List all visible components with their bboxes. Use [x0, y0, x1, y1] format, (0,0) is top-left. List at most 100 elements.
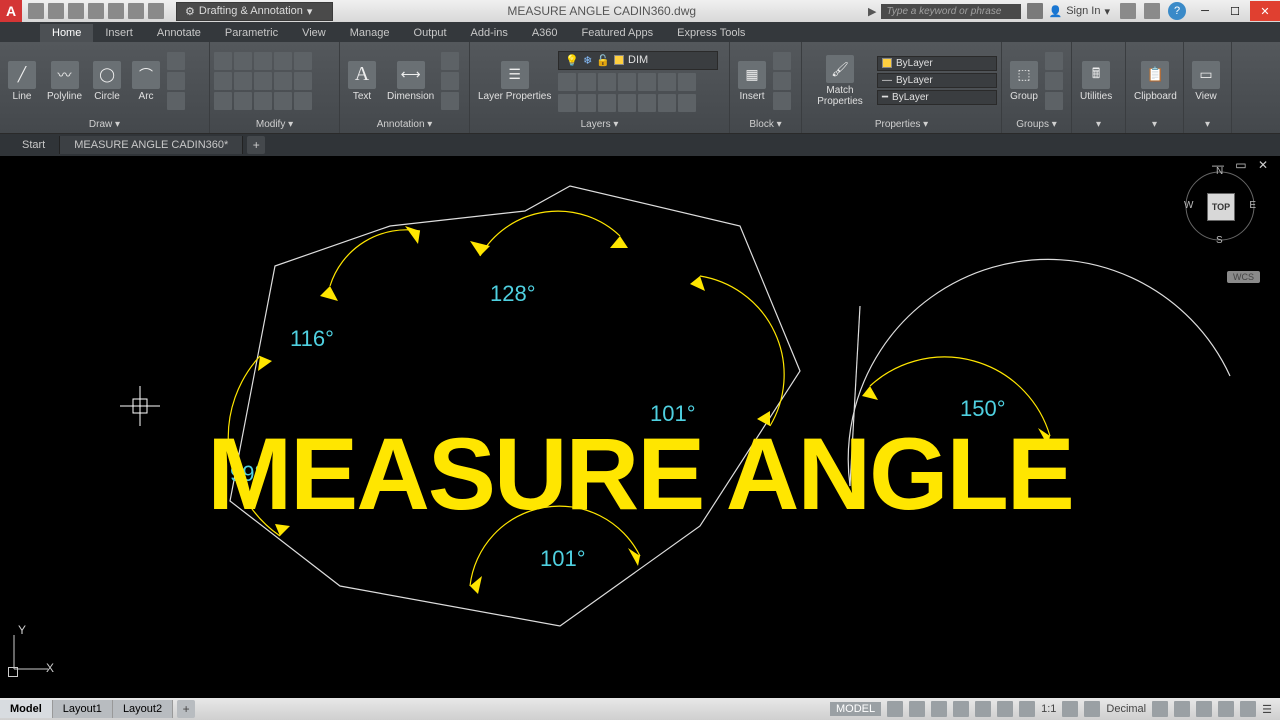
- group-tool-icon[interactable]: [1045, 72, 1063, 90]
- model-toggle[interactable]: MODEL: [830, 702, 881, 716]
- viewcube-north[interactable]: N: [1216, 166, 1223, 177]
- explode-icon[interactable]: [294, 52, 312, 70]
- tab-a360[interactable]: A360: [520, 24, 570, 42]
- anno-scale-icon[interactable]: [1062, 701, 1078, 717]
- quickprops-icon[interactable]: [1152, 701, 1168, 717]
- layer-tool-icon[interactable]: [658, 94, 676, 112]
- add-layout-button[interactable]: +: [177, 700, 195, 718]
- app-store-icon[interactable]: [1144, 3, 1160, 19]
- modify-tool-icon[interactable]: [274, 92, 292, 110]
- layer-tool-icon[interactable]: [558, 73, 576, 91]
- view-button[interactable]: ▭View: [1188, 59, 1224, 104]
- table-icon[interactable]: [441, 72, 459, 90]
- panel-block-title[interactable]: Block ▾: [734, 118, 797, 131]
- snap-icon[interactable]: [909, 701, 925, 717]
- tab-featured-apps[interactable]: Featured Apps: [570, 24, 666, 42]
- qat-undo-icon[interactable]: [128, 3, 144, 19]
- filetab-document[interactable]: MEASURE ANGLE CADIN360*: [60, 136, 243, 154]
- layout1-tab[interactable]: Layout1: [53, 700, 113, 718]
- workspace-icon[interactable]: [1084, 701, 1100, 717]
- draw-tool-icon[interactable]: [167, 52, 185, 70]
- layer-properties-button[interactable]: ☰Layer Properties: [474, 59, 555, 104]
- polar-icon[interactable]: [953, 701, 969, 717]
- lineweight-icon[interactable]: [997, 701, 1013, 717]
- erase-icon[interactable]: [274, 52, 292, 70]
- fillet-icon[interactable]: [254, 72, 272, 90]
- qat-print-icon[interactable]: [108, 3, 124, 19]
- viewcube[interactable]: N S W E TOP: [1180, 166, 1260, 246]
- wcs-badge[interactable]: WCS: [1227, 271, 1260, 283]
- tab-parametric[interactable]: Parametric: [213, 24, 290, 42]
- panel-groups-title[interactable]: Groups ▾: [1006, 118, 1067, 131]
- draw-tool-icon[interactable]: [167, 92, 185, 110]
- dimension-button[interactable]: ⟷Dimension: [383, 59, 438, 104]
- help-icon[interactable]: ?: [1168, 2, 1186, 20]
- layer-tool-icon[interactable]: [618, 94, 636, 112]
- layer-selector[interactable]: 💡 ❄ 🔓 DIM: [558, 51, 718, 70]
- workspace-selector[interactable]: ⚙ Drafting & Annotation ▾: [176, 2, 333, 21]
- polyline-button[interactable]: 〰Polyline: [43, 59, 86, 104]
- panel-clipboard-title[interactable]: ▾: [1130, 118, 1179, 131]
- color-selector[interactable]: ByLayer: [877, 56, 997, 71]
- layer-tool-icon[interactable]: [598, 73, 616, 91]
- modify-tool-icon[interactable]: [294, 92, 312, 110]
- tab-addins[interactable]: Add-ins: [459, 24, 520, 42]
- circle-button[interactable]: ◯Circle: [89, 59, 125, 104]
- exchange-icon[interactable]: [1120, 3, 1136, 19]
- add-tab-button[interactable]: +: [247, 136, 265, 154]
- layer-tool-icon[interactable]: [578, 73, 596, 91]
- qat-new-icon[interactable]: [28, 3, 44, 19]
- units-display[interactable]: Decimal: [1106, 703, 1146, 715]
- layer-tool-icon[interactable]: [658, 73, 676, 91]
- signin-button[interactable]: 👤 Sign In ▾: [1043, 5, 1116, 18]
- block-tool-icon[interactable]: [773, 52, 791, 70]
- lineweight-selector[interactable]: ━ByLayer: [877, 90, 997, 105]
- hardware-accel-icon[interactable]: [1218, 701, 1234, 717]
- maximize-button[interactable]: ☐: [1220, 1, 1250, 21]
- layer-tool-icon[interactable]: [598, 94, 616, 112]
- scale-icon[interactable]: [214, 92, 232, 110]
- leader-icon[interactable]: [441, 52, 459, 70]
- layout2-tab[interactable]: Layout2: [113, 700, 173, 718]
- drawing-canvas[interactable]: — ▭ ✕ 116° 128° 101° 99° 101° 150° MEASU…: [0, 156, 1280, 698]
- isolate-icon[interactable]: [1196, 701, 1212, 717]
- model-tab[interactable]: Model: [0, 700, 53, 718]
- copy-icon[interactable]: [214, 72, 232, 90]
- text-button[interactable]: AText: [344, 59, 380, 104]
- chamfer-icon[interactable]: [254, 92, 272, 110]
- block-tool-icon[interactable]: [773, 72, 791, 90]
- infocenter-icon[interactable]: [1027, 3, 1043, 19]
- ortho-icon[interactable]: [931, 701, 947, 717]
- line-button[interactable]: ╱Line: [4, 59, 40, 104]
- layer-tool-icon[interactable]: [618, 73, 636, 91]
- panel-utilities-title[interactable]: ▾: [1076, 118, 1121, 131]
- group-button[interactable]: ⬚Group: [1006, 59, 1042, 104]
- viewcube-east[interactable]: E: [1249, 200, 1256, 211]
- layer-tool-icon[interactable]: [638, 94, 656, 112]
- utilities-button[interactable]: 🖩Utilities: [1076, 59, 1116, 104]
- tab-manage[interactable]: Manage: [338, 24, 402, 42]
- match-properties-button[interactable]: 🖌Match Properties: [806, 53, 874, 109]
- qat-redo-icon[interactable]: [148, 3, 164, 19]
- tab-home[interactable]: Home: [40, 24, 93, 42]
- tab-express-tools[interactable]: Express Tools: [665, 24, 757, 42]
- stretch-icon[interactable]: [274, 72, 292, 90]
- tab-annotate[interactable]: Annotate: [145, 24, 213, 42]
- customize-icon[interactable]: ☰: [1262, 703, 1272, 716]
- array-icon[interactable]: [294, 72, 312, 90]
- layer-tool-icon[interactable]: [678, 73, 696, 91]
- tab-insert[interactable]: Insert: [93, 24, 145, 42]
- block-tool-icon[interactable]: [773, 92, 791, 110]
- panel-layers-title[interactable]: Layers ▾: [474, 118, 725, 131]
- mirror-icon[interactable]: [234, 72, 252, 90]
- layer-tool-icon[interactable]: [678, 94, 696, 112]
- layer-tool-icon[interactable]: [638, 73, 656, 91]
- search-nav-icon[interactable]: ▶: [864, 5, 880, 18]
- clipboard-button[interactable]: 📋Clipboard: [1130, 59, 1181, 104]
- layer-tool-icon[interactable]: [558, 94, 576, 112]
- scale-display[interactable]: 1:1: [1041, 703, 1056, 715]
- trim-icon[interactable]: [254, 52, 272, 70]
- draw-tool-icon[interactable]: [167, 72, 185, 90]
- panel-annotation-title[interactable]: Annotation ▾: [344, 118, 465, 131]
- tab-view[interactable]: View: [290, 24, 338, 42]
